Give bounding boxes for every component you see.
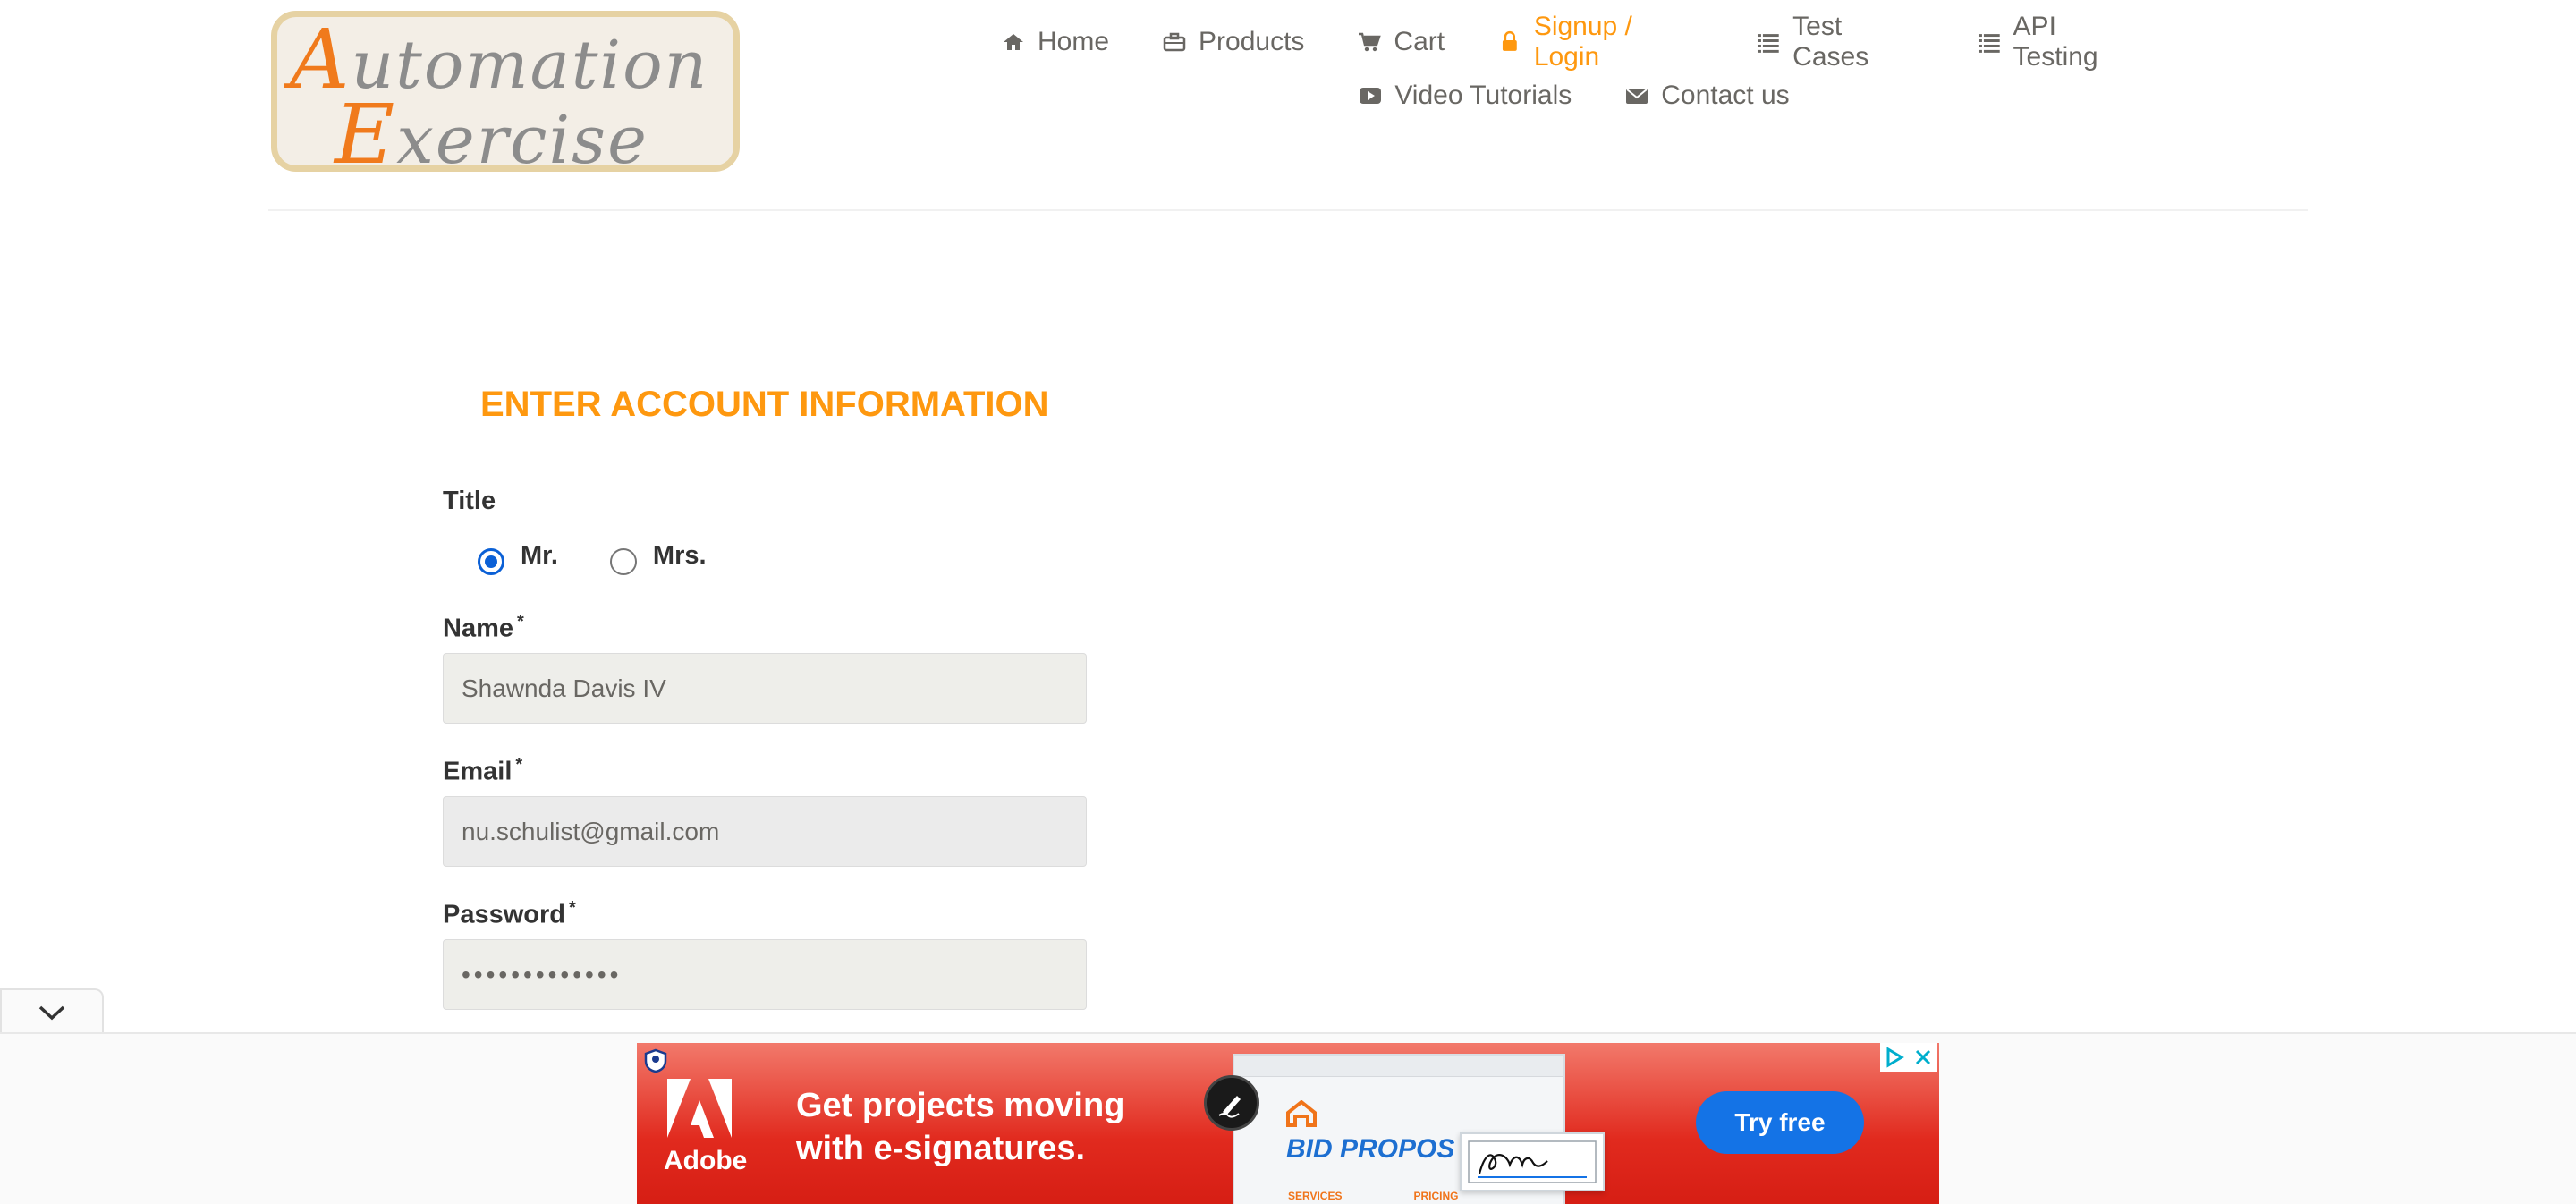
adchoices-icon[interactable]	[1880, 1043, 1909, 1072]
nav-products-label: Products	[1199, 27, 1305, 56]
logo-line-2: Exercise	[335, 87, 648, 172]
title-radio-group: Mr. Mrs.	[478, 541, 758, 576]
privacy-shield-icon[interactable]	[644, 1048, 667, 1073]
nav-cart-label: Cart	[1394, 27, 1445, 56]
ad-headline: Get projects moving with e-signatures.	[796, 1084, 1172, 1170]
nav-cart[interactable]: Cart	[1331, 25, 1471, 59]
screenshot-toolbar	[1234, 1056, 1563, 1077]
try-free-button[interactable]: Try free	[1696, 1091, 1864, 1154]
name-field[interactable]: Shawnda Davis IV	[443, 653, 1087, 724]
header-divider	[268, 209, 2308, 211]
nav-contact-us[interactable]: Contact us	[1598, 79, 1816, 113]
ad-close-button[interactable]	[1909, 1043, 1937, 1072]
nav-api-testing[interactable]: API Testing	[1951, 12, 2174, 72]
nav-signup-login-label: Signup / Login	[1533, 12, 1632, 72]
nav-video-tutorials[interactable]: Video Tutorials	[1332, 79, 1598, 113]
briefcase-icon	[1163, 32, 1186, 52]
signature-graphic	[1468, 1140, 1597, 1183]
close-icon	[1915, 1049, 1931, 1065]
list-icon	[1978, 34, 2000, 53]
required-mark: *	[569, 898, 576, 918]
signature-pen-icon	[1204, 1075, 1259, 1131]
ad-headline-line-2: with e-signatures.	[796, 1130, 1086, 1167]
envelope-icon	[1626, 89, 1648, 104]
services-label: SERVICES	[1288, 1190, 1343, 1202]
house-icon	[1286, 1100, 1317, 1127]
name-label: Name *	[443, 612, 524, 644]
radio-mrs-label[interactable]: Mrs.	[653, 541, 707, 571]
home-icon	[1004, 34, 1023, 50]
signature-card	[1460, 1132, 1605, 1191]
screenshot-columns: SERVICES PRICING	[1288, 1190, 1458, 1202]
bid-proposal-title: BID PROPOS	[1286, 1134, 1455, 1164]
pen-icon	[1218, 1096, 1241, 1118]
nav-home-label: Home	[1038, 27, 1110, 56]
name-label-text: Name	[443, 614, 513, 643]
youtube-icon	[1360, 88, 1382, 104]
nav-contact-us-label: Contact us	[1661, 81, 1790, 110]
chevron-down-icon	[38, 1005, 65, 1020]
nav-test-cases[interactable]: Test Cases	[1730, 12, 1950, 72]
nav-signup-login[interactable]: Signup / Login	[1471, 12, 1730, 72]
adobe-brand-text: Adobe	[664, 1146, 748, 1175]
adobe-logo: Adobe	[664, 1079, 748, 1176]
nav-test-cases-label: Test Cases	[1792, 12, 1869, 72]
nav-row-1: Home Products Cart Signup / Login Test C…	[975, 12, 2174, 72]
email-label: Email *	[443, 755, 522, 787]
email-label-text: Email	[443, 757, 513, 786]
title-label: Title	[443, 487, 496, 515]
nav-video-tutorials-label: Video Tutorials	[1394, 81, 1572, 110]
play-triangle-icon	[1886, 1047, 1904, 1068]
nav-row-2: Video Tutorials Contact us	[975, 79, 2174, 113]
adobe-ad-banner[interactable]: Adobe Get projects moving with e-signatu…	[637, 1043, 1939, 1204]
password-label-text: Password	[443, 900, 565, 929]
ad-headline-line-1: Get projects moving	[796, 1087, 1125, 1124]
email-field[interactable]: nu.schulist@gmail.com	[443, 796, 1087, 867]
list-icon	[1758, 34, 1780, 53]
form-heading: ENTER ACCOUNT INFORMATION	[480, 385, 1049, 424]
nav-products[interactable]: Products	[1136, 25, 1331, 59]
radio-mrs[interactable]	[609, 547, 637, 575]
radio-mr-label[interactable]: Mr.	[521, 541, 558, 571]
adobe-a-icon	[667, 1079, 732, 1138]
ad-collapse-button[interactable]	[0, 988, 104, 1034]
pricing-label: PRICING	[1413, 1190, 1459, 1202]
nav-api-testing-label: API Testing	[2012, 12, 2098, 72]
main-nav: Home Products Cart Signup / Login Test C…	[975, 12, 2174, 113]
password-label: Password *	[443, 898, 576, 930]
radio-mr[interactable]	[478, 547, 504, 575]
ad-choices	[1880, 1043, 1937, 1072]
cart-icon	[1359, 32, 1382, 52]
required-mark: *	[515, 755, 523, 775]
nav-home[interactable]: Home	[975, 25, 1136, 59]
lock-icon	[1503, 30, 1517, 51]
password-field[interactable]: •••••••••••••	[443, 939, 1087, 1010]
site-logo[interactable]: Automation Exercise	[271, 11, 740, 172]
required-mark: *	[517, 612, 524, 632]
